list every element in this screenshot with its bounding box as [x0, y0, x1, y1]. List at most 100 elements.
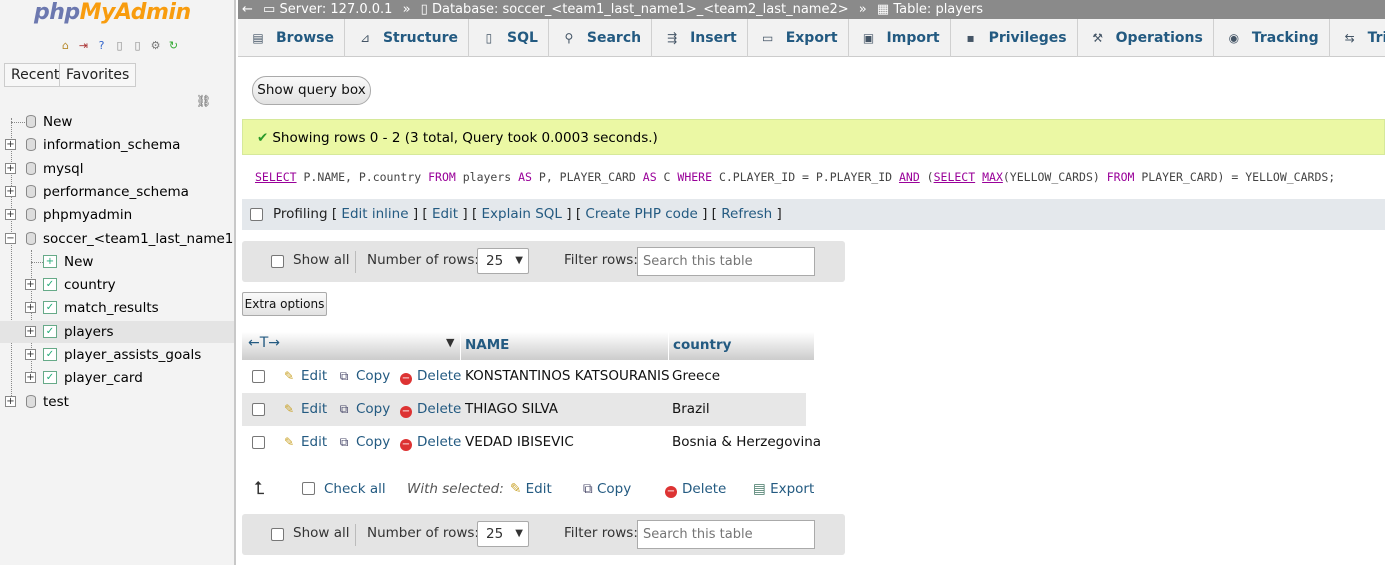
tab-insert[interactable]: ⇶ Insert — [652, 19, 748, 57]
row-copy-button[interactable]: ⧉ Copy — [337, 393, 391, 426]
bulk-export-button[interactable]: ▤ Export — [753, 476, 814, 502]
explain-sql-link[interactable]: Explain SQL — [482, 206, 562, 222]
favorites-tab[interactable]: Favorites — [59, 63, 137, 87]
tree-item[interactable]: + ✓ players — [0, 321, 234, 343]
number-of-rows-select[interactable]: 25 ▼ — [477, 248, 529, 274]
reload-icon[interactable]: ↻ — [166, 38, 181, 53]
filter-rows-input[interactable] — [637, 520, 815, 549]
cell-country[interactable]: Greece — [672, 360, 720, 393]
row-edit-button[interactable]: ✎ Edit — [282, 426, 327, 459]
tree-item[interactable]: New — [0, 111, 234, 133]
expand-icon[interactable]: + — [25, 372, 36, 383]
create-php-code-link[interactable]: Create PHP code — [585, 206, 697, 222]
tree-item[interactable]: + phpmyadmin — [0, 204, 234, 226]
tree-item[interactable]: + New — [0, 251, 234, 273]
tree-item[interactable]: − soccer_<team1_last_name1>_<t — [0, 228, 234, 250]
show-all-label[interactable]: Show all — [293, 525, 350, 541]
expand-icon[interactable]: + — [25, 279, 36, 290]
show-all-checkbox[interactable] — [271, 528, 284, 541]
expand-icon[interactable]: + — [5, 186, 16, 197]
expand-icon[interactable]: + — [5, 396, 16, 407]
tree-item[interactable]: + test — [0, 391, 234, 413]
row-edit-button[interactable]: ✎ Edit — [282, 360, 327, 393]
sql-keyword[interactable]: AND — [899, 170, 920, 184]
tree-item[interactable]: + information_schema — [0, 134, 234, 156]
docs-icon[interactable]: ▯ — [130, 38, 145, 53]
expand-icon[interactable]: + — [25, 326, 36, 337]
bulk-copy-button[interactable]: ⧉ Copy — [583, 476, 631, 502]
profiling-checkbox[interactable] — [250, 208, 263, 221]
breadcrumb-table[interactable]: Table: players — [893, 2, 983, 17]
tab-export[interactable]: ▭ Export — [748, 19, 849, 57]
tree-item[interactable]: + ✓ player_assists_goals — [0, 344, 234, 366]
tab-triggers[interactable]: ⇆ Triggers — [1330, 19, 1385, 57]
link-icon[interactable]: ⛓ — [196, 94, 211, 108]
row-checkbox[interactable] — [252, 403, 265, 416]
tree-item[interactable]: + ✓ match_results — [0, 297, 234, 319]
check-all-label[interactable]: Check all — [324, 476, 386, 502]
home-icon[interactable]: ⌂ — [58, 38, 73, 53]
edit-link[interactable]: Edit — [432, 206, 458, 222]
bulk-delete-button[interactable]: − Delete — [665, 476, 726, 502]
logout-icon[interactable]: ⇥ — [76, 38, 91, 53]
tab-import[interactable]: ▣ Import — [849, 19, 951, 57]
cell-name[interactable]: THIAGO SILVA — [465, 393, 558, 426]
tree-item[interactable]: + mysql — [0, 158, 234, 180]
cell-country[interactable]: Bosnia & Herzegovina — [672, 426, 821, 459]
gear-icon[interactable]: ⚙ — [148, 38, 163, 53]
docs-icon[interactable]: ▯ — [112, 38, 127, 53]
row-edit-button[interactable]: ✎ Edit — [282, 393, 327, 426]
tab-structure[interactable]: ⊿ Structure — [345, 19, 469, 57]
expand-icon[interactable]: + — [5, 163, 16, 174]
expand-icon[interactable]: + — [25, 349, 36, 360]
expand-icon[interactable]: + — [5, 139, 16, 150]
row-delete-button[interactable]: − Delete — [400, 360, 461, 393]
check-all-checkbox[interactable] — [302, 482, 315, 495]
tree-item[interactable]: + ✓ country — [0, 274, 234, 296]
expand-icon[interactable]: + — [5, 209, 16, 220]
tab-browse[interactable]: ▤ Browse — [238, 19, 345, 57]
tab-search[interactable]: ⚲ Search — [549, 19, 653, 57]
sql-function[interactable]: MAX — [982, 170, 1003, 184]
tree-item[interactable]: + performance_schema — [0, 181, 234, 203]
show-all-label[interactable]: Show all — [293, 252, 350, 268]
show-query-box-button[interactable]: Show query box — [252, 76, 371, 105]
bulk-edit-button[interactable]: ✎ Edit — [510, 476, 552, 502]
cell-name[interactable]: VEDAD IBISEVIC — [465, 426, 574, 459]
row-delete-button[interactable]: − Delete — [400, 426, 461, 459]
extra-options-button[interactable]: Extra options — [242, 292, 327, 316]
cell-name[interactable]: KONSTANTINOS KATSOURANIS — [465, 360, 670, 393]
tab-privileges[interactable]: ▪ Privileges — [951, 19, 1078, 57]
cell-country[interactable]: Brazil — [672, 393, 710, 426]
filter-rows-input[interactable] — [637, 247, 815, 276]
tab-tracking[interactable]: ◉ Tracking — [1214, 19, 1330, 57]
tab-operations[interactable]: ⚒ Operations — [1078, 19, 1214, 57]
expand-icon[interactable]: + — [25, 302, 36, 313]
recent-tab[interactable]: Recent — [4, 63, 67, 87]
row-delete-button[interactable]: − Delete — [400, 393, 461, 426]
number-of-rows-select[interactable]: 25 ▼ — [477, 521, 529, 547]
breadcrumb-server[interactable]: Server: 127.0.0.1 — [279, 2, 392, 17]
delete-label: Delete — [417, 401, 462, 417]
collapse-icon[interactable]: − — [5, 233, 16, 244]
collapse-arrow-icon[interactable]: ← — [242, 2, 253, 17]
column-resize-arrows-icon[interactable]: ←T→ — [248, 335, 280, 351]
sql-keyword[interactable]: SELECT — [255, 170, 297, 184]
row-checkbox[interactable] — [252, 436, 265, 449]
refresh-link[interactable]: Refresh — [721, 206, 772, 222]
breadcrumb-database[interactable]: Database: soccer_<team1_last_name1>_<tea… — [432, 2, 849, 17]
tree-item[interactable]: + ✓ player_card — [0, 367, 234, 389]
sql-keyword[interactable]: SELECT — [934, 170, 976, 184]
tab-sql[interactable]: ▯ SQL — [469, 19, 549, 57]
row-copy-button[interactable]: ⧉ Copy — [337, 360, 391, 393]
number-of-rows-label: Number of rows: — [367, 252, 479, 268]
sort-triangle-icon[interactable]: ▼ — [446, 336, 454, 349]
edit-inline-link[interactable]: Edit inline — [341, 206, 408, 222]
row-checkbox[interactable] — [252, 370, 265, 383]
help-icon[interactable]: ? — [94, 38, 109, 53]
column-header-country[interactable]: country — [668, 332, 806, 360]
column-header-name[interactable]: NAME — [460, 332, 668, 360]
row-copy-button[interactable]: ⧉ Copy — [337, 426, 391, 459]
phpmyadmin-logo[interactable]: phpMyAdmin — [34, 0, 191, 25]
show-all-checkbox[interactable] — [271, 255, 284, 268]
